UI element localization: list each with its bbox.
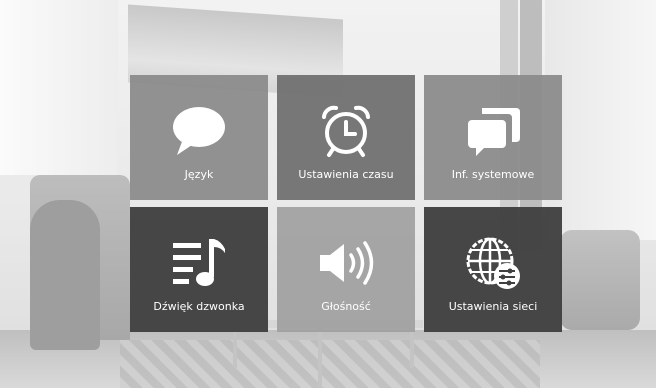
tile-network-settings[interactable]: Ustawienia sieci	[424, 207, 562, 332]
speaker-volume-icon	[277, 235, 415, 291]
tile-time-settings[interactable]: Ustawienia czasu	[277, 75, 415, 200]
alarm-clock-icon	[277, 103, 415, 159]
background-sofa-arm	[30, 200, 100, 350]
tile-language[interactable]: Język	[130, 75, 268, 200]
background-table-leg	[318, 328, 322, 388]
tile-ringtone[interactable]: Dźwięk dzwonka	[130, 207, 268, 332]
background-sofa-right	[560, 230, 640, 330]
background-rug	[120, 340, 540, 388]
tile-language-label: Język	[184, 168, 214, 181]
tile-network-settings-label: Ustawienia sieci	[448, 300, 538, 313]
tile-ringtone-label: Dźwięk dzwonka	[153, 300, 245, 313]
settings-screen: Język Ustawienia czasu Inf. systemowe Dź…	[0, 0, 656, 388]
overlapping-windows-icon	[424, 103, 562, 159]
globe-network-settings-icon	[424, 235, 562, 291]
background-window	[0, 0, 118, 175]
music-playlist-icon	[130, 235, 268, 291]
tile-system-info[interactable]: Inf. systemowe	[424, 75, 562, 200]
tile-volume-label: Głośność	[321, 300, 371, 313]
background-table-leg	[410, 328, 414, 368]
tile-volume[interactable]: Głośność	[277, 207, 415, 332]
tile-time-settings-label: Ustawienia czasu	[298, 168, 394, 181]
tile-system-info-label: Inf. systemowe	[451, 168, 535, 181]
speech-bubble-icon	[130, 103, 268, 159]
background-table-leg	[233, 328, 237, 368]
